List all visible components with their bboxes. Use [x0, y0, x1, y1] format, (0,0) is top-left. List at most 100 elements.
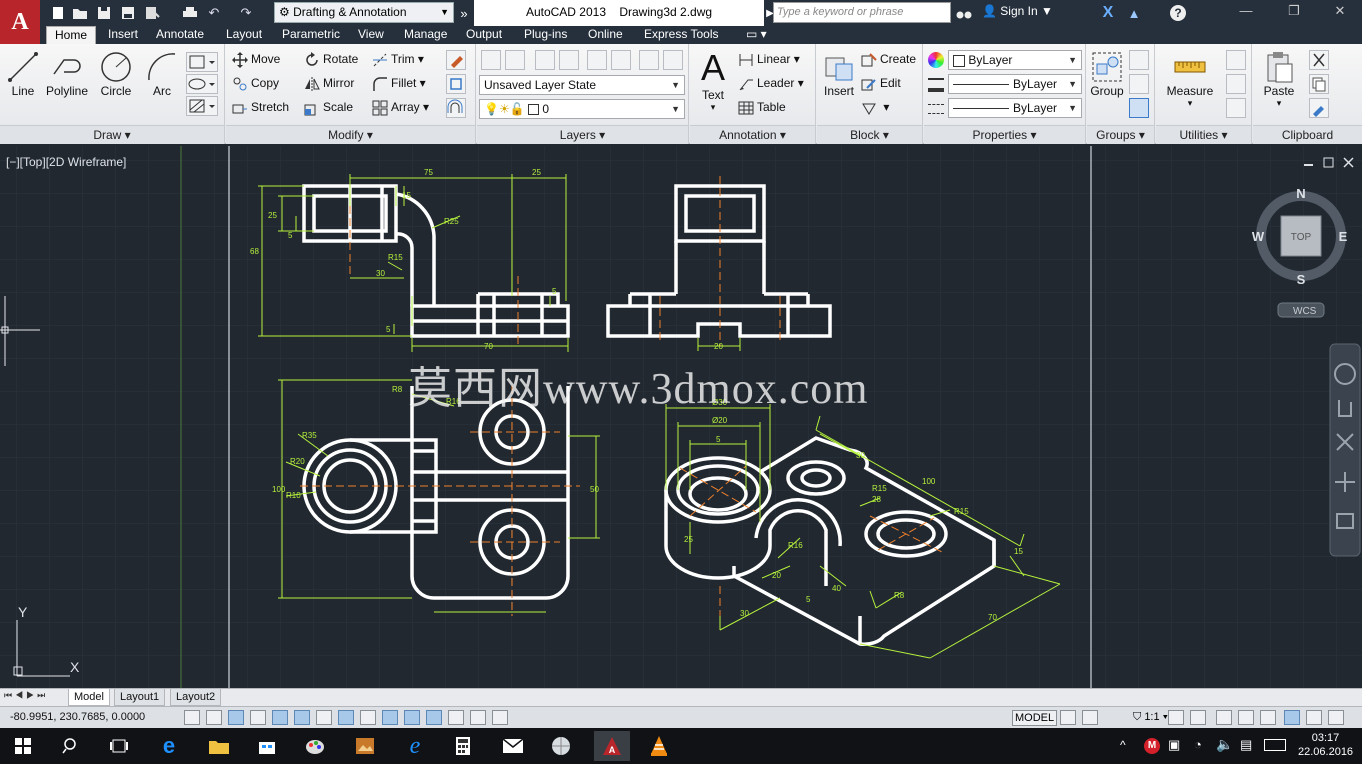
arc-button[interactable]: Arc	[142, 50, 182, 98]
explode-icon[interactable]	[446, 74, 466, 94]
sign-in-button[interactable]: 👤 Sign In ▼	[982, 4, 1053, 18]
edit-block-button[interactable]: Edit	[861, 76, 901, 92]
edge-icon[interactable]: e	[156, 733, 182, 758]
quick-select-icon[interactable]	[1226, 50, 1246, 70]
layer-off-icon[interactable]	[611, 50, 631, 70]
compass-north[interactable]: N	[1296, 186, 1305, 201]
infer-constraints-toggle[interactable]	[184, 710, 200, 725]
quick-view-layouts-icon[interactable]	[1060, 710, 1076, 725]
fillet-button[interactable]: Fillet ▾	[372, 76, 426, 92]
paint-icon[interactable]	[302, 734, 328, 758]
tab-insert[interactable]: Insert	[100, 26, 146, 44]
help-icon[interactable]: ?	[1168, 3, 1188, 23]
notifications-icon[interactable]: ▤	[1240, 737, 1252, 753]
line-button[interactable]: Line	[6, 50, 40, 98]
draw-panel-title[interactable]: Draw ▾	[0, 125, 224, 144]
insert-button[interactable]: Insert	[821, 50, 857, 98]
globe-app-icon[interactable]	[548, 734, 574, 758]
lineweight-toggle[interactable]	[404, 710, 420, 725]
tab-plug-ins[interactable]: Plug-ins	[516, 26, 575, 44]
task-view-icon[interactable]	[106, 734, 132, 758]
close-button[interactable]: ✕	[1326, 3, 1354, 21]
polyline-button[interactable]: Polyline	[42, 50, 92, 98]
workspace-dropdown[interactable]: ⚙ Drafting & Annotation ▼	[274, 2, 454, 23]
maximize-button[interactable]: ❐	[1280, 3, 1308, 21]
tray-app-icon[interactable]: ▣	[1168, 737, 1180, 753]
isolate-objects-icon[interactable]	[1284, 710, 1300, 725]
ellipse-tool[interactable]	[186, 74, 218, 94]
mirror-button[interactable]: Mirror	[304, 76, 354, 92]
select-all-icon[interactable]	[1226, 74, 1246, 94]
layer-match-icon[interactable]	[505, 50, 525, 70]
layout-nav-arrows[interactable]: ⏮◀▶⏭	[4, 690, 48, 701]
compass-east[interactable]: E	[1339, 229, 1348, 244]
quick-properties-toggle[interactable]	[448, 710, 464, 725]
rotate-button[interactable]: Rotate	[304, 52, 358, 68]
cut-icon[interactable]	[1309, 50, 1329, 70]
viewport-controls-label[interactable]: [−][Top][2D Wireframe]	[6, 155, 126, 169]
annotation-monitor-toggle[interactable]	[492, 710, 508, 725]
lineweight-dropdown[interactable]: ByLayer ▼	[948, 74, 1082, 94]
mail-icon[interactable]	[500, 734, 526, 758]
save-icon[interactable]	[94, 3, 114, 23]
linetype-dropdown[interactable]: ByLayer ▼	[948, 98, 1082, 118]
undo-icon[interactable]: ↶	[204, 3, 224, 23]
layer-state-dropdown[interactable]: Unsaved Layer State ▼	[479, 75, 685, 95]
group-button[interactable]: Group	[1089, 50, 1125, 98]
application-menu-button[interactable]: A	[0, 0, 40, 44]
modify-panel-title[interactable]: Modify ▾	[226, 125, 475, 144]
rectangle-tool[interactable]	[186, 52, 218, 72]
layer-properties-icon[interactable]	[481, 50, 501, 70]
group-edit-icon[interactable]	[1129, 74, 1149, 94]
tab-online[interactable]: Online	[580, 26, 631, 44]
object-snap-toggle[interactable]	[294, 710, 310, 725]
groups-panel-title[interactable]: Groups ▾	[1087, 125, 1154, 144]
plot-preview-icon[interactable]	[142, 3, 162, 23]
ribbon-minimize-icon[interactable]: ▭ ▾	[738, 26, 775, 44]
compass-west[interactable]: W	[1252, 229, 1265, 244]
exchange-icon[interactable]: X	[1098, 3, 1118, 23]
clipboard-panel-title[interactable]: Clipboard	[1253, 125, 1362, 144]
tab-model[interactable]: Model	[68, 689, 110, 706]
ortho-mode-toggle[interactable]	[250, 710, 266, 725]
leader-button[interactable]: Leader ▾	[738, 76, 804, 92]
plot-icon[interactable]	[180, 3, 200, 23]
coordinates-readout[interactable]: -80.9951, 230.7685, 0.0000	[10, 711, 145, 723]
more-icon[interactable]: »	[454, 3, 474, 23]
hatch-tool[interactable]	[186, 96, 218, 116]
properties-panel-title[interactable]: Properties ▾	[924, 125, 1085, 144]
layers-panel-title[interactable]: Layers ▾	[477, 125, 688, 144]
status-menu-icon[interactable]	[1328, 710, 1344, 725]
ungroup-icon[interactable]	[1129, 50, 1149, 70]
layer-previous-icon[interactable]	[535, 50, 555, 70]
tab-express-tools[interactable]: Express Tools	[636, 26, 726, 44]
calculator-icon[interactable]	[1226, 98, 1246, 118]
volume-icon[interactable]: 🔈	[1216, 736, 1233, 753]
measure-button[interactable]: Measure ▾	[1164, 50, 1216, 109]
model-space-button[interactable]: MODEL	[1012, 710, 1058, 726]
erase-icon[interactable]	[446, 50, 466, 70]
array-button[interactable]: Array ▾	[372, 100, 429, 116]
layer-lock-icon[interactable]	[639, 50, 659, 70]
selection-cycling-toggle[interactable]	[470, 710, 486, 725]
tab-manage[interactable]: Manage	[396, 26, 455, 44]
tab-layout2[interactable]: Layout2	[170, 689, 222, 706]
open-icon[interactable]	[70, 3, 90, 23]
redo-icon[interactable]: ↷	[236, 3, 256, 23]
create-block-button[interactable]: Create	[861, 52, 916, 68]
transparency-toggle[interactable]	[426, 710, 442, 725]
autocad-taskbar-icon[interactable]: A	[594, 731, 630, 761]
workspace-switching-icon[interactable]	[1216, 710, 1232, 725]
dynamic-input-toggle[interactable]	[382, 710, 398, 725]
photo-viewer-icon[interactable]	[352, 734, 378, 758]
snap-mode-toggle[interactable]	[206, 710, 222, 725]
table-button[interactable]: Table	[738, 100, 786, 116]
color-dropdown[interactable]: ByLayer ▼	[948, 50, 1082, 70]
linear-button[interactable]: Linear ▾	[738, 52, 800, 68]
hardware-acceleration-icon[interactable]	[1260, 710, 1276, 725]
clock[interactable]: 03:17 22.06.2016	[1298, 731, 1353, 759]
tab-annotate[interactable]: Annotate	[148, 26, 212, 44]
search-icon[interactable]	[58, 734, 84, 758]
match-prop-icon[interactable]	[1309, 98, 1329, 118]
show-hidden-icons[interactable]: ^	[1120, 738, 1126, 752]
